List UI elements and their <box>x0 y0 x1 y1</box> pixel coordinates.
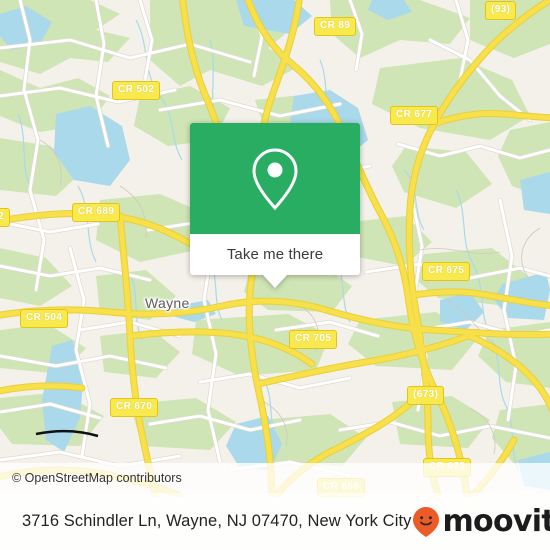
attribution-text: © OpenStreetMap contributors <box>12 471 182 485</box>
moovit-brand[interactable]: moovit <box>412 506 550 538</box>
road-shield-cr-675[interactable]: CR 675 <box>422 262 471 281</box>
road-shield-cr-89[interactable]: CR 89 <box>314 17 357 36</box>
map-pin-icon <box>252 147 298 210</box>
moovit-smiley-pin-icon <box>412 506 439 537</box>
road-shield-cr-670[interactable]: CR 670 <box>110 398 159 417</box>
road-shield-cr-705[interactable]: CR 705 <box>289 330 338 349</box>
place-label-wayne: Wayne <box>145 295 190 311</box>
popup-caption-label: Take me there <box>226 246 324 263</box>
road-shield-cr-502[interactable]: CR 502 <box>112 81 161 100</box>
map-popup-callout[interactable]: Take me there <box>190 123 360 288</box>
popup-image-panel <box>190 123 360 234</box>
road-shield-673[interactable]: (673) <box>407 386 445 405</box>
popup-pointer <box>262 274 288 288</box>
road-shield-cr-677[interactable]: CR 677 <box>390 106 439 125</box>
road-shield-93[interactable]: (93) <box>485 1 517 20</box>
footer-bar: 3716 Schindler Ln, Wayne, NJ 07470, New … <box>0 493 550 550</box>
footer-address: 3716 Schindler Ln, Wayne, NJ 07470, New … <box>22 512 412 530</box>
popup-caption[interactable]: Take me there <box>190 234 360 275</box>
road-shield-cr-689[interactable]: CR 689 <box>72 203 121 222</box>
road-shield-2[interactable]: 2 <box>0 208 10 227</box>
road-shield-cr-504[interactable]: CR 504 <box>20 309 69 328</box>
moovit-wordmark: moovit <box>442 503 550 539</box>
map-canvas[interactable]: .gz { fill:#cfe5b5; } .gz2{ fill:#dfead0… <box>0 0 550 497</box>
map-attribution: © OpenStreetMap contributors <box>0 463 550 493</box>
moovit-map-screenshot: .gz { fill:#cfe5b5; } .gz2{ fill:#dfead0… <box>0 0 550 550</box>
